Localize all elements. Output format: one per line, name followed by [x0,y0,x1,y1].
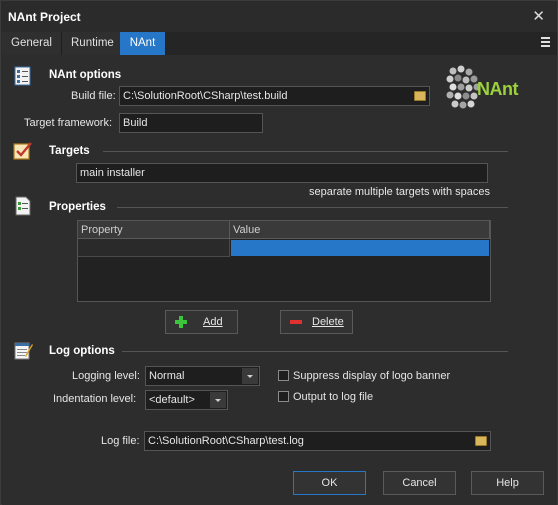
target-framework-input[interactable]: Build [119,113,263,133]
target-checkbox-icon [13,142,32,160]
properties-grid[interactable]: Property Value [77,220,491,302]
build-file-label: Build file: [71,90,116,102]
targets-heading: Targets [49,145,90,157]
target-framework-label: Target framework: [24,117,113,129]
browse-folder-icon[interactable] [475,436,487,446]
dialog-window: NAnt Project ✕ General Runtime NAnt NAnt… [0,0,558,505]
properties-document-icon [15,196,31,216]
tab-runtime[interactable]: Runtime [62,32,124,55]
column-header-value[interactable]: Value [230,221,490,239]
ok-button[interactable]: OK [293,471,366,495]
logging-level-select[interactable]: Normal [145,366,260,386]
logging-level-label: Logging level: [72,370,140,382]
log-options-heading: Log options [49,345,115,357]
logging-level-value: Normal [149,370,185,382]
close-icon[interactable]: ✕ [532,7,545,25]
checklist-icon [14,66,31,86]
add-button-label: Add [203,316,223,328]
delete-button[interactable]: Delete [280,310,353,334]
indentation-level-label: Indentation level: [53,393,137,405]
nant-logo: NAnt [445,65,541,111]
add-button[interactable]: Add [165,310,238,334]
help-button[interactable]: Help [471,471,544,495]
indentation-level-value: <default> [149,394,195,406]
log-options-separator [122,351,508,352]
value-cell-selected[interactable] [231,240,489,256]
output-to-log-checkbox[interactable] [278,391,289,402]
chevron-down-icon[interactable] [210,392,226,408]
tab-general[interactable]: General [2,32,62,55]
properties-separator [117,207,508,208]
build-file-input[interactable]: C:\SolutionRoot\CSharp\test.build [119,86,430,106]
minus-icon [290,320,302,324]
suppress-logo-label[interactable]: Suppress display of logo banner [293,370,450,382]
suppress-logo-checkbox[interactable] [278,370,289,381]
log-file-input[interactable]: C:\SolutionRoot\CSharp\test.log [144,431,491,451]
indentation-level-select[interactable]: <default> [145,390,228,410]
menu-icon[interactable] [541,37,551,49]
tab-content: NAnt options Build file: C:\SolutionRoot… [2,55,557,505]
nant-logo-text: NAnt [477,79,519,99]
log-notepad-icon [14,342,33,360]
tab-strip: General Runtime NAnt [2,32,557,55]
plus-icon [175,316,187,328]
cancel-button[interactable]: Cancel [383,471,456,495]
chevron-down-icon[interactable] [242,368,258,384]
output-to-log-label[interactable]: Output to log file [293,391,373,403]
targets-separator [103,151,508,152]
column-header-property[interactable]: Property [78,221,230,239]
tab-nant[interactable]: NAnt [120,32,166,55]
targets-hint: separate multiple targets with spaces [309,186,490,198]
property-cell[interactable] [78,239,230,257]
nant-options-heading: NAnt options [49,69,122,81]
properties-heading: Properties [49,201,106,213]
delete-button-label: Delete [312,316,344,328]
targets-input[interactable]: main installer [76,163,488,183]
window-title: NAnt Project [8,10,81,24]
browse-folder-icon[interactable] [414,91,426,101]
title-bar: NAnt Project ✕ [1,1,557,32]
log-file-label: Log file: [101,435,140,447]
